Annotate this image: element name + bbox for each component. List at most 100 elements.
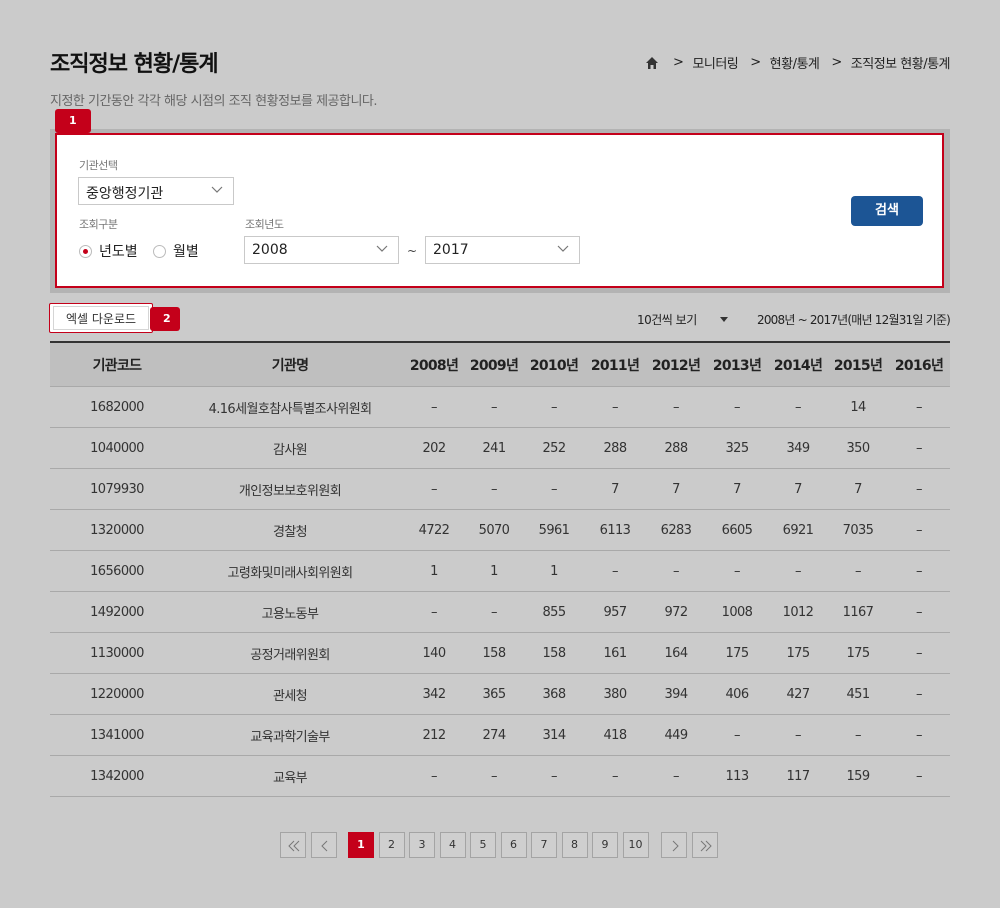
page-button-5[interactable]: 5 xyxy=(470,832,496,858)
cell-count: – xyxy=(491,768,498,784)
cell-count: – xyxy=(795,727,802,743)
cell-count: 855 xyxy=(542,604,566,620)
cell-agency-code: 1492000 xyxy=(90,604,144,620)
page-button-4[interactable]: 4 xyxy=(439,832,466,858)
page-button-7[interactable]: 7 xyxy=(531,832,557,858)
cell-count: – xyxy=(795,563,802,579)
page-button-9[interactable]: 9 xyxy=(592,832,618,858)
radio-unchecked-icon xyxy=(153,244,166,258)
prev-page-button[interactable] xyxy=(311,832,337,858)
page-button-8[interactable]: 8 xyxy=(561,832,588,858)
breadcrumb-item-current: 조직정보 현황/통계 xyxy=(850,57,951,72)
page-button-1[interactable]: 1 xyxy=(348,832,374,858)
cell-count: 6921 xyxy=(782,522,814,538)
agency-label: 기관선택 xyxy=(79,159,118,172)
year-to-select[interactable]: 2017 xyxy=(425,236,580,264)
cell-count: 350 xyxy=(846,440,870,456)
cell-count: 427 xyxy=(786,686,810,702)
table-row: 1656000 고령화및미래사회위원회 1 1 1 – – – – – – xyxy=(50,551,950,592)
cell-count: 7 xyxy=(794,481,802,497)
year-from-select[interactable]: 2008 xyxy=(244,236,399,264)
date-basis-note: 2008년 ~ 2017년(매년 12월31일 기준) xyxy=(756,313,951,327)
cell-count: 113 xyxy=(725,768,749,784)
cell-count: – xyxy=(551,481,558,497)
breadcrumb-separator: > xyxy=(831,55,842,70)
cell-count: 252 xyxy=(542,440,566,456)
cell-count: 957 xyxy=(603,604,627,620)
cell-count: 175 xyxy=(786,645,810,661)
statistics-table: 기관코드 기관명 2008년 2009년 2010년 2011년 2012년 2013년 201… xyxy=(50,341,950,797)
header-col-agency-name: 기관명 xyxy=(271,357,309,374)
cell-agency-code: 1220000 xyxy=(90,686,144,702)
breadcrumb-item-monitoring[interactable]: 모니터링 xyxy=(692,53,738,72)
year-from-value: 2008 xyxy=(252,242,288,258)
header-col-year: 2016년 xyxy=(894,357,944,374)
page-button-10[interactable]: 10 xyxy=(622,832,649,858)
table-header-row: 기관코드 기관명 2008년 2009년 2010년 2011년 2012년 2013년 201… xyxy=(50,341,950,387)
year-label: 조회년도 xyxy=(245,218,284,231)
cell-agency-code: 1040000 xyxy=(90,440,144,456)
callout-badge-2: 2 xyxy=(150,307,180,331)
agency-select[interactable]: 중앙행정기관 xyxy=(78,177,234,205)
cell-count: 117 xyxy=(786,768,810,784)
table-row: 1342000 교육부 – – – – – 113 117 159 – xyxy=(50,756,950,797)
cell-count: – xyxy=(734,563,741,579)
breadcrumb-separator: > xyxy=(750,55,761,70)
radio-yearly-label: 년도별 xyxy=(99,244,138,260)
page-button-6[interactable]: 6 xyxy=(500,832,527,858)
header-col-agency-code: 기관코드 xyxy=(92,357,142,374)
per-page-select[interactable]: 10건씩 보기 xyxy=(637,311,728,328)
cell-count: 365 xyxy=(482,686,506,702)
cell-count: 14 xyxy=(850,399,866,415)
radio-monthly[interactable]: 월별 xyxy=(153,241,199,261)
table-row: 1682000 4.16세월호참사특별조사위원회 – – – – – – – 14 – xyxy=(50,387,950,428)
cell-count: – xyxy=(431,604,438,620)
radio-yearly[interactable]: 년도별 xyxy=(79,241,138,261)
cell-count: – xyxy=(916,686,923,702)
cell-count: 406 xyxy=(725,686,749,702)
header-col-year: 2011년 xyxy=(590,357,640,374)
cell-count: – xyxy=(916,481,923,497)
cell-count: 7 xyxy=(672,481,680,497)
last-page-button[interactable] xyxy=(692,832,718,858)
cell-count: 175 xyxy=(846,645,870,661)
excel-download-button[interactable]: 엑셀 다운로드 xyxy=(49,303,153,333)
cell-agency-code: 1341000 xyxy=(90,727,144,743)
cell-count: – xyxy=(916,645,923,661)
cell-count: 288 xyxy=(664,440,688,456)
callout-badge-1: 1 xyxy=(55,109,91,133)
cell-count: – xyxy=(673,399,680,415)
cell-count: – xyxy=(916,440,923,456)
cell-count: – xyxy=(916,768,923,784)
cell-count: – xyxy=(855,563,862,579)
first-page-button[interactable] xyxy=(280,832,306,858)
cell-count: 158 xyxy=(482,645,506,661)
cell-count: 159 xyxy=(846,768,870,784)
next-page-button[interactable] xyxy=(661,832,687,858)
page-button-2[interactable]: 2 xyxy=(378,832,405,858)
cell-count: – xyxy=(491,481,498,497)
radio-checked-icon xyxy=(79,244,92,258)
cell-count: 1008 xyxy=(721,604,753,620)
cell-agency-name: 고용노동부 xyxy=(261,606,319,622)
cell-count: 449 xyxy=(664,727,688,743)
header-col-year: 2014년 xyxy=(773,357,823,374)
breadcrumb-item-status[interactable]: 현황/통계 xyxy=(770,53,820,72)
page-button-3[interactable]: 3 xyxy=(409,832,435,858)
cell-count: 7 xyxy=(733,481,741,497)
search-button[interactable]: 검색 xyxy=(851,196,923,226)
cell-count: – xyxy=(734,727,741,743)
breadcrumb-separator: > xyxy=(673,55,684,70)
cell-count: 342 xyxy=(422,686,446,702)
cell-count: – xyxy=(673,768,680,784)
cell-count: 349 xyxy=(786,440,810,456)
cell-count: 451 xyxy=(846,686,870,702)
cell-count: 6605 xyxy=(721,522,753,538)
cell-count: 1 xyxy=(430,563,438,579)
header-col-year: 2010년 xyxy=(529,357,579,374)
home-icon[interactable] xyxy=(645,56,659,70)
cell-count: 972 xyxy=(664,604,688,620)
cell-count: 140 xyxy=(422,645,446,661)
cell-count: – xyxy=(612,768,619,784)
header-col-year: 2012년 xyxy=(651,357,701,374)
